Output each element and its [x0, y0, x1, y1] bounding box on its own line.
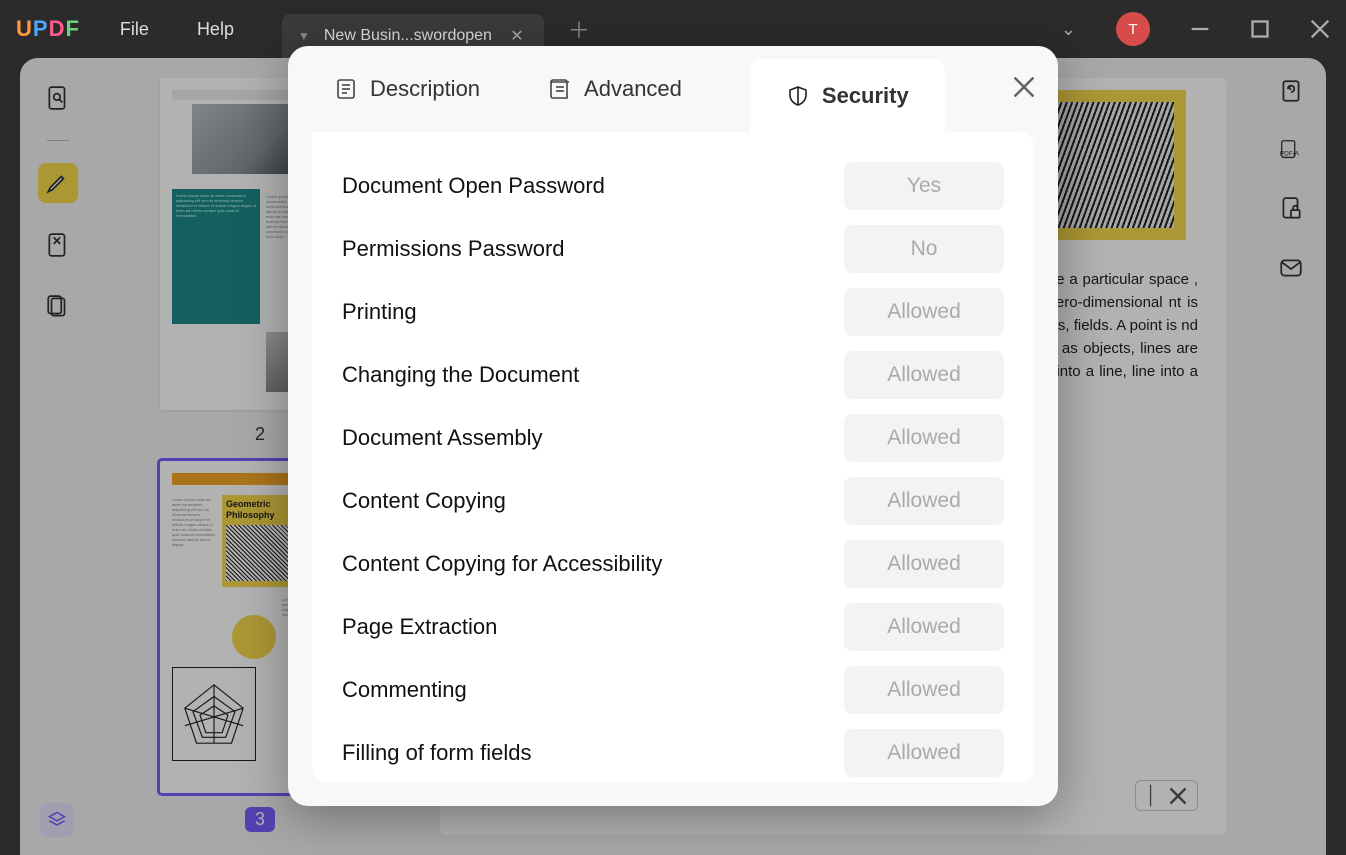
footer-divider-icon: │ [1146, 785, 1157, 806]
security-label: Page Extraction [342, 614, 497, 640]
window-close-icon[interactable] [1310, 19, 1330, 39]
security-label: Permissions Password [342, 236, 565, 262]
search-page-icon[interactable] [38, 78, 78, 118]
security-value: Allowed [844, 288, 1004, 336]
tab-advanced[interactable]: Advanced [548, 76, 682, 102]
security-label: Filling of form fields [342, 740, 532, 766]
tab-title: New Busin...swordopen [324, 27, 492, 45]
security-row: Permissions Password No [342, 217, 1004, 280]
security-label: Commenting [342, 677, 467, 703]
security-label: Content Copying for Accessibility [342, 551, 662, 577]
security-value: Allowed [844, 729, 1004, 777]
menu-file[interactable]: File [120, 19, 149, 40]
window-minimize-icon[interactable] [1190, 19, 1210, 39]
highlight-tool-icon[interactable] [38, 163, 78, 203]
add-tab-button[interactable]: ＋ [568, 13, 590, 45]
modal-tabs: Description Advanced Security [288, 46, 1058, 132]
security-label: Content Copying [342, 488, 506, 514]
pages-tool-icon[interactable] [38, 287, 78, 327]
security-row: Page Extraction Allowed [342, 595, 1004, 658]
tab-label: Description [370, 76, 480, 102]
layers-button[interactable] [40, 803, 74, 837]
tab-label: Advanced [584, 76, 682, 102]
security-row: Printing Allowed [342, 280, 1004, 343]
description-icon [334, 77, 358, 101]
security-label: Document Assembly [342, 425, 543, 451]
right-toolbar: PDF/A [1266, 78, 1316, 286]
security-row: Content Copying for Accessibility Allowed [342, 532, 1004, 595]
security-value: Allowed [844, 540, 1004, 588]
left-toolbar [30, 78, 86, 327]
security-value: Yes [844, 162, 1004, 210]
doc-footer-controls[interactable]: │ [1135, 780, 1198, 811]
thumbnail-number-3: 3 [130, 807, 390, 832]
tab-dropdown-icon[interactable]: ▼ [298, 29, 310, 43]
modal-close-button[interactable] [1013, 76, 1035, 103]
security-row: Filling of form fields Allowed [342, 721, 1004, 784]
tab-security[interactable]: Security [750, 59, 945, 133]
chevron-down-icon[interactable]: ⌄ [1061, 19, 1076, 40]
security-value: Allowed [844, 414, 1004, 462]
rotate-icon[interactable] [1278, 78, 1304, 109]
svg-text:PDF/A: PDF/A [1280, 151, 1300, 158]
security-label: Printing [342, 299, 417, 325]
security-value: Allowed [844, 477, 1004, 525]
security-row: Changing the Document Allowed [342, 343, 1004, 406]
properties-modal: Description Advanced Security Document O… [288, 46, 1058, 806]
toolbar-divider [47, 140, 69, 141]
security-value: Allowed [844, 603, 1004, 651]
shield-icon [786, 84, 810, 108]
security-row: Commenting Allowed [342, 658, 1004, 721]
security-row: Content Copying Allowed [342, 469, 1004, 532]
avatar[interactable]: T [1116, 12, 1150, 46]
security-value: Allowed [844, 351, 1004, 399]
pdfa-icon[interactable]: PDF/A [1278, 137, 1304, 168]
tab-label: Security [822, 83, 909, 109]
security-label: Changing the Document [342, 362, 579, 388]
modal-body: Document Open Password Yes Permissions Pa… [312, 132, 1034, 782]
security-label: Document Open Password [342, 173, 605, 199]
menu-help[interactable]: Help [197, 19, 234, 40]
footer-close-icon[interactable] [1169, 787, 1187, 805]
lock-doc-icon[interactable] [1278, 196, 1304, 227]
advanced-icon [548, 77, 572, 101]
edit-tool-icon[interactable] [38, 225, 78, 265]
mail-icon[interactable] [1278, 255, 1304, 286]
tab-description[interactable]: Description [334, 76, 480, 102]
tab-close-icon[interactable]: ✕ [506, 25, 528, 47]
security-value: No [844, 225, 1004, 273]
security-value: Allowed [844, 666, 1004, 714]
window-maximize-icon[interactable] [1250, 19, 1270, 39]
security-row: Document Open Password Yes [342, 154, 1004, 217]
security-row: Document Assembly Allowed [342, 406, 1004, 469]
app-logo: UPDF [16, 16, 80, 42]
